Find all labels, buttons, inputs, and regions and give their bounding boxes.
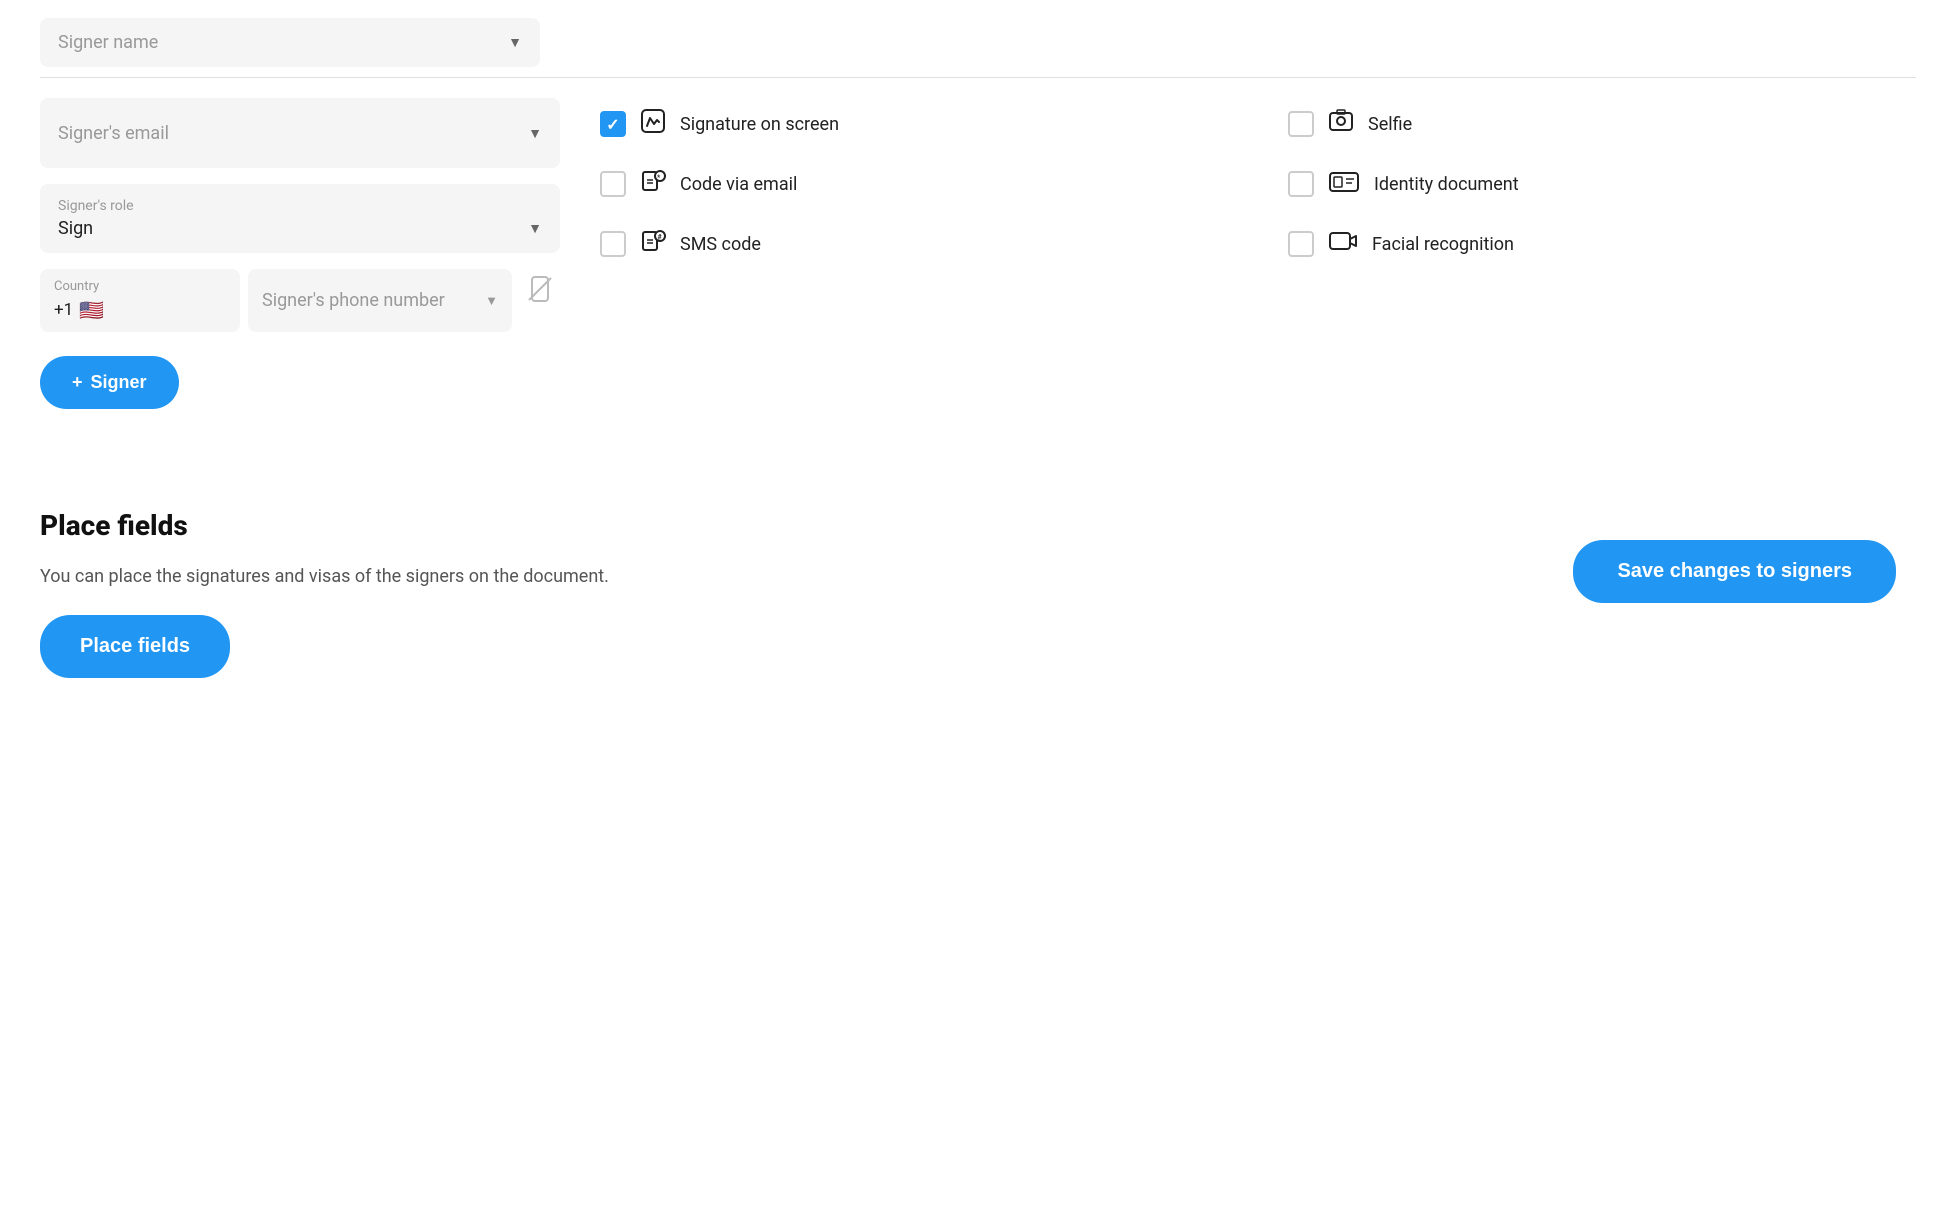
place-fields-title: Place fields [40,509,1916,542]
add-signer-label: Signer [91,372,147,393]
signer-name-arrow: ▼ [508,34,522,51]
checkbox-identity-document[interactable]: Identity document [1288,168,1916,200]
left-column: Signer's email ▼ Signer's role Sign ▼ Co… [40,98,560,449]
email-arrow: ▼ [528,125,542,142]
country-code: +1 [54,300,73,320]
phone-placeholder: Signer's phone number [262,290,445,311]
facial-recognition-label: Facial recognition [1372,234,1514,255]
signer-name-placeholder: Signer name [58,32,158,53]
code-via-email-icon: * [640,168,666,200]
country-phone-row: Country +1 🇺🇸 Signer's phone number ▼ [40,269,560,332]
checkbox-code-via-email-box[interactable] [600,171,626,197]
checkbox-selfie[interactable]: Selfie [1288,108,1916,140]
identity-document-label: Identity document [1374,174,1519,195]
checkbox-sms-code[interactable]: # SMS code [600,228,1228,260]
checkbox-signature-on-screen-box[interactable] [600,111,626,137]
signature-on-screen-label: Signature on screen [680,114,839,135]
add-signer-button[interactable]: + Signer [40,356,179,409]
sms-code-icon: # [640,228,666,260]
signer-role-value: Sign [58,218,93,239]
save-changes-label: Save changes to signers [1617,560,1852,582]
facial-recognition-icon [1328,228,1358,260]
identity-document-icon [1328,168,1360,200]
phone-disabled-icon [520,269,560,309]
signer-email-field[interactable]: Signer's email ▼ [40,98,560,168]
checkbox-selfie-box[interactable] [1288,111,1314,137]
signer-role-label: Signer's role [58,198,542,214]
checkbox-facial-recognition[interactable]: Facial recognition [1288,228,1916,260]
right-column: Signature on screen Selfie [560,98,1916,449]
save-changes-button[interactable]: Save changes to signers [1573,540,1896,603]
add-signer-icon: + [72,372,83,393]
place-fields-label: Place fields [80,635,190,657]
signer-role-field[interactable]: Signer's role Sign ▼ [40,184,560,253]
place-fields-button[interactable]: Place fields [40,615,230,678]
checkbox-identity-document-box[interactable] [1288,171,1314,197]
signature-icon [640,108,666,140]
role-arrow: ▼ [528,220,542,237]
country-label: Country [54,279,226,294]
verification-options-grid: Signature on screen Selfie [600,98,1916,260]
phone-dropdown-arrow: ▼ [485,293,498,309]
country-flag: 🇺🇸 [79,298,104,322]
signer-email-placeholder: Signer's email [58,123,169,144]
checkbox-signature-on-screen[interactable]: Signature on screen [600,108,1228,140]
selfie-label: Selfie [1368,114,1412,135]
checkbox-sms-code-box[interactable] [600,231,626,257]
sms-code-label: SMS code [680,234,761,255]
phone-field[interactable]: Signer's phone number ▼ [248,269,512,332]
checkbox-code-via-email[interactable]: * Code via email [600,168,1228,200]
signer-name-field[interactable]: Signer name ▼ [40,18,540,67]
code-via-email-label: Code via email [680,174,797,195]
selfie-icon [1328,108,1354,140]
checkbox-facial-recognition-box[interactable] [1288,231,1314,257]
country-field[interactable]: Country +1 🇺🇸 [40,269,240,332]
